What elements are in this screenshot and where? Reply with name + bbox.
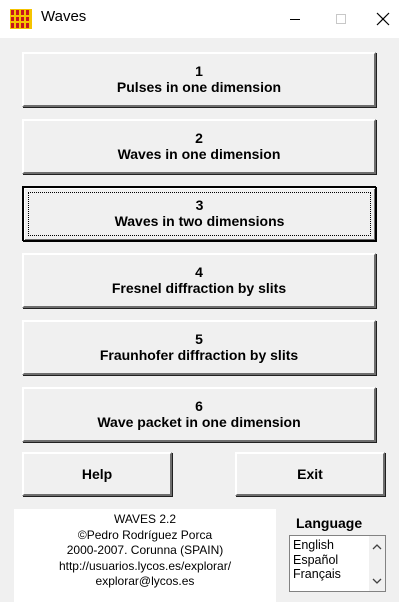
exit-button[interactable]: Exit bbox=[235, 452, 385, 496]
scroll-down-arrow-icon[interactable] bbox=[369, 573, 385, 589]
waves-app-icon bbox=[10, 9, 32, 29]
waves-two-dimensions-button[interactable]: 3 Waves in two dimensions bbox=[22, 186, 376, 241]
menu-item-number: 6 bbox=[195, 398, 203, 414]
menu-item-number: 2 bbox=[195, 130, 203, 146]
menu-item-number: 1 bbox=[195, 63, 203, 79]
menu-item-label: Fresnel diffraction by slits bbox=[111, 280, 287, 296]
waves-one-dimension-button[interactable]: 2 Waves in one dimension bbox=[22, 119, 376, 174]
window-title: Waves bbox=[41, 8, 87, 25]
close-icon bbox=[376, 12, 390, 26]
language-label: Language bbox=[296, 515, 363, 531]
minimize-icon bbox=[289, 13, 301, 25]
menu-item-label: Fraunhofer diffraction by slits bbox=[99, 347, 299, 363]
language-option-english[interactable]: English bbox=[293, 538, 341, 553]
language-options: English Español Français bbox=[293, 538, 341, 582]
website-text: http://usuarios.lycos.es/explorar/ bbox=[58, 558, 232, 573]
close-button[interactable] bbox=[360, 0, 399, 38]
about-info-box: WAVES 2.2 ©Pedro Rodríguez Porca 2000-20… bbox=[14, 509, 276, 602]
menu-item-label: Waves in one dimension bbox=[117, 146, 281, 162]
copyright-location-text: 2000-2007. Corunna (SPAIN) bbox=[66, 543, 224, 557]
menu-item-label: Waves in two dimensions bbox=[114, 213, 285, 229]
menu-item-number: 3 bbox=[195, 197, 204, 213]
language-option-francais[interactable]: Français bbox=[293, 567, 341, 582]
fraunhofer-diffraction-button[interactable]: 5 Fraunhofer diffraction by slits bbox=[22, 320, 376, 375]
language-option-espanol[interactable]: Español bbox=[293, 553, 341, 568]
language-listbox[interactable]: English Español Français bbox=[289, 535, 386, 592]
author-text: ©Pedro Rodríguez Porca bbox=[77, 527, 213, 542]
language-scrollbar[interactable] bbox=[369, 536, 385, 591]
email-text: explorar@lycos.es bbox=[95, 574, 195, 588]
title-bar[interactable]: Waves bbox=[0, 0, 399, 38]
menu-item-number: 4 bbox=[195, 264, 203, 280]
menu-item-number: 5 bbox=[195, 331, 203, 347]
waves-window: Waves 1 Pulses in one dimension 2 Waves bbox=[0, 0, 399, 602]
app-version-text: WAVES 2.2 bbox=[113, 512, 177, 526]
help-button[interactable]: Help bbox=[22, 452, 172, 496]
minimize-button[interactable] bbox=[272, 0, 318, 38]
menu-item-label: Wave packet in one dimension bbox=[97, 414, 301, 430]
fresnel-diffraction-button[interactable]: 4 Fresnel diffraction by slits bbox=[22, 253, 376, 308]
scroll-up-arrow-icon[interactable] bbox=[369, 538, 385, 554]
wave-packet-button[interactable]: 6 Wave packet in one dimension bbox=[22, 387, 376, 442]
maximize-icon bbox=[335, 13, 347, 25]
pulses-one-dimension-button[interactable]: 1 Pulses in one dimension bbox=[22, 52, 376, 107]
menu-item-label: Pulses in one dimension bbox=[116, 79, 282, 95]
maximize-button[interactable] bbox=[318, 0, 364, 38]
